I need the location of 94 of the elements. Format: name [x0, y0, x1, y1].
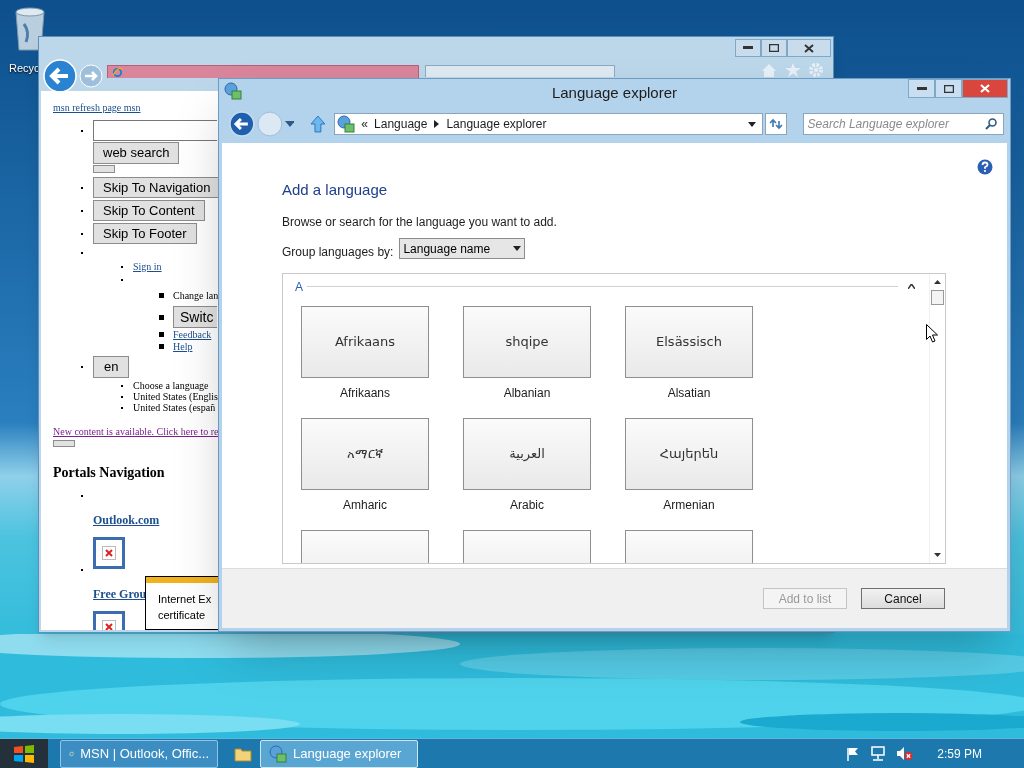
search-field[interactable]: Search Language explorer — [802, 113, 1004, 135]
scroll-down-icon — [934, 552, 941, 557]
language-tile[interactable]: Afrikaans — [301, 305, 429, 378]
link[interactable]: Feedback — [173, 329, 212, 340]
window-icon — [269, 744, 287, 763]
close-button[interactable] — [787, 39, 831, 57]
link[interactable]: Sign in — [133, 259, 162, 274]
list-item: Choose a language — [133, 380, 209, 391]
page-heading: Add a language — [282, 180, 389, 200]
square-bullet — [159, 332, 164, 337]
language-name: Arabic — [510, 496, 544, 514]
link[interactable]: msn refresh page msn — [53, 100, 141, 115]
button[interactable]: web search — [93, 142, 180, 164]
scroll-up-icon — [934, 279, 941, 284]
maximize-button[interactable] — [935, 79, 962, 98]
browser-logo-icon — [112, 67, 123, 78]
maximize-icon — [769, 44, 779, 52]
clock[interactable]: 2:59 PM — [937, 744, 982, 763]
language-name: Armenian — [663, 496, 715, 514]
maximize-icon — [943, 84, 954, 93]
language-name: Afrikaans — [340, 384, 390, 402]
square-bullet — [159, 293, 164, 298]
minimize-button[interactable] — [735, 39, 761, 57]
taskbar-button[interactable]: MSN | Outlook, Offic... — [60, 739, 218, 768]
popup-text: certificate — [158, 608, 207, 623]
square-bullet — [159, 344, 164, 349]
star-icon[interactable] — [785, 63, 801, 77]
location-icon — [337, 115, 356, 133]
window-icon — [224, 82, 242, 100]
mouse-cursor-icon — [926, 324, 938, 343]
back-button[interactable] — [229, 111, 255, 137]
search-field[interactable] — [93, 120, 217, 141]
dropdown-arrow-icon[interactable] — [747, 121, 756, 127]
chevron-right-icon — [434, 120, 440, 128]
start-button[interactable] — [0, 739, 48, 768]
breadcrumb-item[interactable]: Language explorer — [446, 115, 547, 133]
button[interactable]: Skip To Content — [93, 200, 205, 221]
speaker-muted-icon[interactable] — [896, 746, 914, 761]
overflow-chevron[interactable]: « — [360, 115, 370, 133]
link[interactable]: Help — [173, 341, 193, 352]
refresh-icon — [768, 118, 783, 130]
network-icon[interactable] — [870, 746, 887, 761]
recycle-bin-icon[interactable] — [12, 6, 48, 52]
button[interactable]: en — [93, 356, 130, 378]
list-item: United States (españ — [133, 402, 216, 413]
popup-text: Internet Ex — [158, 592, 213, 607]
collapse-icon[interactable] — [908, 284, 915, 289]
icon-label: Recyc — [9, 61, 40, 76]
close-icon — [980, 84, 990, 93]
minimize-icon — [916, 86, 927, 91]
windows-logo-icon — [13, 743, 35, 764]
square-bullet — [159, 314, 164, 320]
dialog-button[interactable]: Cancel — [861, 588, 945, 609]
close-button[interactable] — [962, 79, 1008, 98]
language-tile[interactable]: العربية — [463, 417, 591, 490]
link[interactable]: Free Grou — [93, 585, 147, 603]
button[interactable]: Switc — [173, 306, 217, 328]
refresh-button[interactable] — [764, 113, 787, 135]
link[interactable]: Outlook.com — [93, 511, 160, 529]
close-icon — [804, 43, 814, 53]
help-icon[interactable] — [977, 159, 993, 175]
instruction-text: Browse or search for the language you want to add. — [282, 213, 558, 231]
broken-image-icon — [102, 546, 116, 560]
minimize-icon — [743, 46, 753, 50]
flag-icon[interactable] — [846, 746, 861, 761]
language-tile[interactable]: Հայերեն — [625, 417, 753, 490]
scroll-thumb[interactable] — [931, 289, 944, 305]
list-item: United States (Englis — [133, 391, 218, 402]
minimize-button[interactable] — [908, 79, 935, 98]
window-title: Language explorer — [551, 82, 678, 103]
button[interactable]: Skip To Navigation — [93, 177, 221, 198]
language-tile[interactable]: shqipe — [463, 305, 591, 378]
group-by-dropdown[interactable]: Language name — [399, 238, 526, 259]
language-name: Amharic — [343, 496, 387, 514]
small-button[interactable] — [93, 165, 115, 173]
button[interactable]: Skip To Footer — [93, 223, 197, 244]
search-icon — [985, 118, 997, 130]
maximize-button[interactable] — [761, 39, 787, 57]
group-header[interactable]: A — [295, 277, 303, 296]
dropdown-arrow-icon — [513, 246, 522, 251]
folder-icon[interactable] — [234, 745, 252, 762]
small-button[interactable] — [53, 440, 75, 447]
up-button[interactable] — [310, 115, 327, 133]
language-tile[interactable]: Elsässisch — [625, 305, 753, 378]
section-heading: Portals Navigation — [53, 464, 166, 482]
language-name: Albanian — [503, 384, 551, 402]
language-name: Alsatian — [667, 384, 711, 402]
label-text: Change lan — [173, 289, 219, 303]
language-tile[interactable]: አማርኛ — [301, 417, 429, 490]
field-label: Group languages by: — [282, 243, 394, 261]
scrollbar[interactable] — [929, 273, 945, 563]
address-bar[interactable]: « Language Language explorer — [334, 113, 763, 135]
breadcrumb-item[interactable]: Language — [374, 115, 428, 133]
link[interactable]: New content is available. Click here to re — [53, 424, 219, 439]
